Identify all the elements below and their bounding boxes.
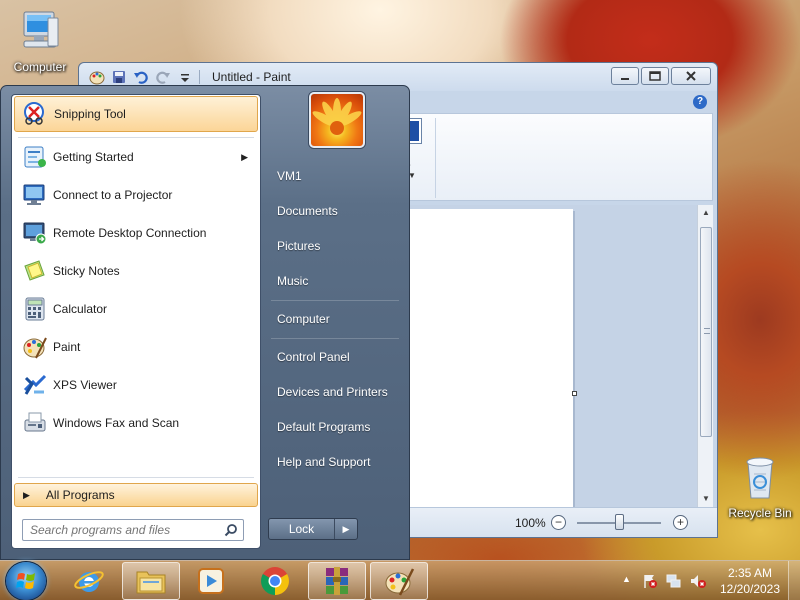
clock-time: 2:35 AM [727,566,773,580]
close-button[interactable] [671,67,711,85]
scrollbar-thumb[interactable] [700,227,712,437]
volume-muted-icon[interactable] [690,573,706,589]
help-button[interactable]: ? [693,95,707,109]
window-title: Untitled - Paint [212,70,291,84]
start-item-snipping-tool[interactable]: Snipping Tool [14,96,258,132]
snipping-tool-icon [19,99,53,129]
user-avatar[interactable] [309,92,365,148]
start-item-getting-started[interactable]: Getting Started ▶ [14,139,258,175]
undo-icon[interactable] [133,69,149,85]
flower-picture-icon [312,98,362,135]
projector-icon [18,180,52,210]
show-desktop-button[interactable] [788,561,800,600]
sticky-notes-icon [18,256,52,286]
network-icon[interactable] [666,573,682,589]
customize-qat-icon[interactable] [177,69,193,85]
start-search-box[interactable] [22,519,244,541]
start-link-control-panel[interactable]: Control Panel [269,343,403,371]
paint-app-icon[interactable] [89,69,105,85]
notification-area: ▲ 2:35 AM 12/20/2023 [0,561,800,600]
desktop-icon-label: Computer [13,60,67,74]
start-item-fax-scan[interactable]: Windows Fax and Scan [14,405,258,441]
start-item-label: Windows Fax and Scan [53,416,180,430]
start-item-paint[interactable]: Paint [14,329,258,365]
start-item-label: Connect to a Projector [53,188,173,202]
start-item-label: Remote Desktop Connection [53,226,207,240]
remote-desktop-icon [18,218,52,248]
zoom-out-button[interactable]: − [551,515,566,530]
show-hidden-icons-icon[interactable]: ▲ [622,574,631,584]
paint-icon [18,332,52,362]
scroll-up-icon[interactable]: ▲ [698,205,714,221]
start-link-pictures[interactable]: Pictures [269,232,403,260]
xps-viewer-icon [18,370,52,400]
start-item-label: XPS Viewer [53,378,117,392]
start-item-label: Sticky Notes [53,264,120,278]
start-link-default-programs[interactable]: Default Programs [269,413,403,441]
power-options-arrow-icon[interactable]: ▶ [335,519,357,539]
action-center-flag-icon[interactable] [642,573,658,589]
start-menu-places-pane: VM1 Documents Pictures Music Computer Co… [263,86,409,561]
start-link-music[interactable]: Music [269,267,403,295]
start-menu-programs-pane: Snipping Tool Getting Started ▶ Connect … [11,94,261,549]
zoom-slider-thumb[interactable] [615,514,624,530]
scroll-down-icon[interactable]: ▼ [698,491,714,507]
minimize-icon [621,78,629,80]
system-clock[interactable]: 2:35 AM 12/20/2023 [714,565,786,597]
start-item-remote-desktop[interactable]: Remote Desktop Connection [14,215,258,251]
start-item-sticky-notes[interactable]: Sticky Notes [14,253,258,289]
start-item-calculator[interactable]: Calculator [14,291,258,327]
desktop-icon-label: Recycle Bin [728,506,792,520]
maximize-icon [649,71,661,81]
start-item-label: Paint [53,340,81,354]
titlebar-divider [199,70,200,84]
start-link-help-support[interactable]: Help and Support [269,448,403,476]
getting-started-icon [18,142,52,172]
places-divider [271,338,399,339]
save-icon[interactable] [111,69,127,85]
taskbar: ▲ 2:35 AM 12/20/2023 [0,560,800,600]
start-search-input[interactable] [30,520,220,540]
vertical-scrollbar[interactable]: ▲ ▼ [697,205,713,507]
start-item-label: Calculator [53,302,108,316]
start-menu-divider [18,137,254,138]
canvas-resize-handle-right[interactable] [572,391,577,396]
chevron-right-icon: ▶ [23,489,30,500]
all-programs-button[interactable]: ▶ All Programs [14,483,258,507]
submenu-arrow-icon[interactable]: ▶ [241,152,248,163]
close-icon [686,71,696,81]
window-controls [611,67,711,85]
maximize-button[interactable] [641,67,669,85]
clock-date: 12/20/2023 [719,582,781,596]
recycle-bin-icon [722,454,798,503]
zoom-in-button[interactable]: + [673,515,688,530]
start-menu-divider [18,477,254,478]
desktop-icon-recycle-bin[interactable]: Recycle Bin [722,454,798,520]
search-icon[interactable] [224,523,238,540]
start-item-label: Getting Started [53,150,134,164]
all-programs-label: All Programs [45,488,115,502]
start-link-user-folder[interactable]: VM1 [269,162,403,190]
fax-scan-icon [18,408,52,438]
redo-icon[interactable] [155,69,171,85]
start-link-computer[interactable]: Computer [269,305,403,333]
start-link-devices-printers[interactable]: Devices and Printers [269,378,403,406]
start-menu: Snipping Tool Getting Started ▶ Connect … [0,85,410,560]
desktop-icon-computer[interactable]: Computer [2,8,78,74]
minimize-button[interactable] [611,67,639,85]
start-link-documents[interactable]: Documents [269,197,403,225]
scroll-grip-icon [704,328,710,334]
lock-button[interactable]: Lock [269,519,335,539]
lock-button-group: Lock ▶ [268,518,358,540]
start-item-connect-projector[interactable]: Connect to a Projector [14,177,258,213]
start-item-label: Snipping Tool [54,107,126,121]
computer-icon [2,8,78,57]
start-item-xps-viewer[interactable]: XPS Viewer [14,367,258,403]
calculator-icon [18,294,52,324]
places-divider [271,300,399,301]
zoom-level: 100% [515,516,546,530]
